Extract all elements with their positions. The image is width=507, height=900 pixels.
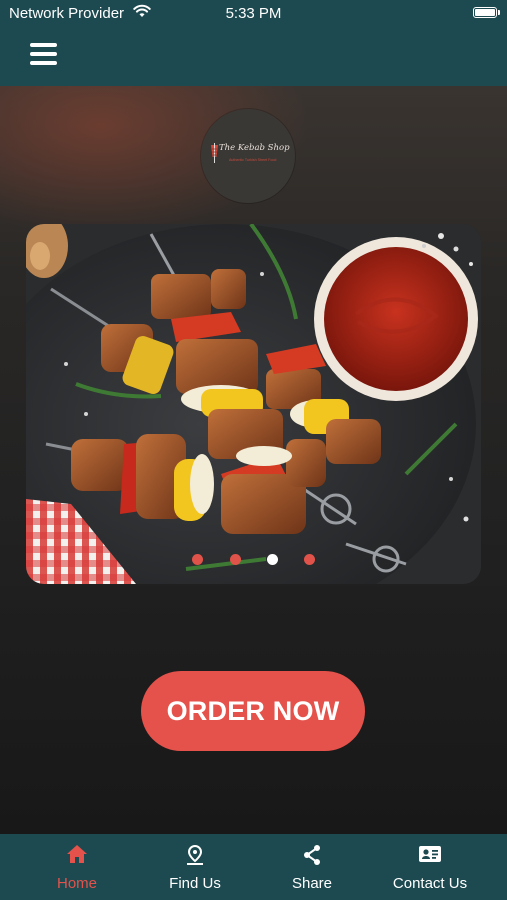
home-icon — [67, 845, 87, 863]
carousel-dot-active[interactable] — [267, 554, 278, 565]
carousel-dot[interactable] — [230, 554, 241, 565]
bottom-navigation: Home Find Us Share Contact Us — [0, 834, 507, 900]
order-now-button[interactable]: ORDER NOW — [141, 671, 365, 751]
carousel-dot[interactable] — [304, 554, 315, 565]
app-header: Network Provider 5:33 PM — [0, 0, 507, 86]
menu-bar-icon — [30, 43, 57, 47]
logo-brand-text: The Kebab Shop — [219, 143, 290, 153]
nav-item-share[interactable]: Share — [256, 834, 368, 900]
carousel-pagination — [26, 554, 481, 566]
nav-item-home[interactable]: Home — [21, 834, 133, 900]
nav-label-find-us: Find Us — [169, 875, 221, 892]
status-bar: Network Provider 5:33 PM — [0, 0, 507, 28]
nav-item-contact-us[interactable]: Contact Us — [374, 834, 486, 900]
location-pin-icon — [187, 844, 203, 865]
nav-item-find-us[interactable]: Find Us — [139, 834, 251, 900]
image-carousel[interactable] — [26, 224, 481, 584]
home-content: The Kebab Shop Authentic Turkish Street … — [0, 86, 507, 834]
hamburger-menu-button[interactable] — [30, 43, 57, 67]
kebab-skewers-image — [26, 224, 481, 584]
logo-tagline: Authentic Turkish Street Food — [229, 158, 277, 162]
battery-icon — [473, 7, 500, 18]
share-icon — [304, 845, 320, 865]
nav-label-contact-us: Contact Us — [392, 875, 468, 892]
restaurant-logo: The Kebab Shop Authentic Turkish Street … — [201, 109, 295, 203]
carousel-dot[interactable] — [192, 554, 203, 565]
menu-bar-icon — [30, 52, 57, 56]
nav-label-share: Share — [291, 875, 333, 892]
status-time: 5:33 PM — [225, 5, 282, 22]
kebab-logo-icon — [211, 143, 218, 163]
contact-card-icon — [419, 846, 441, 862]
nav-label-home: Home — [56, 875, 97, 892]
menu-bar-icon — [30, 61, 57, 65]
